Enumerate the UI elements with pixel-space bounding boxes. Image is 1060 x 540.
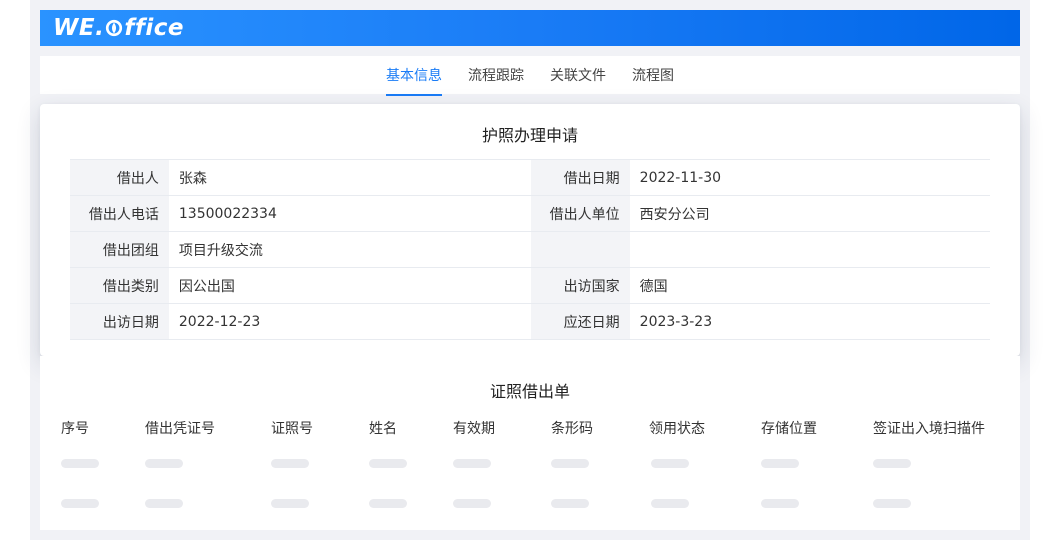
loading-placeholder xyxy=(551,459,589,468)
field-value: 项目升级交流 xyxy=(168,231,531,268)
table-row: 借出类别 因公出国 出访国家 德国 xyxy=(70,267,990,304)
field-label: 借出日期 xyxy=(530,159,630,196)
column-header-voucher-no[interactable]: 借出凭证号 xyxy=(145,418,215,438)
loading-placeholder xyxy=(873,459,911,468)
tab-process-tracking[interactable]: 流程跟踪 xyxy=(468,56,524,94)
table-row: 借出人 张森 借出日期 2022-11-30 xyxy=(70,159,990,196)
loading-placeholder xyxy=(369,459,407,468)
loading-placeholder xyxy=(145,459,183,468)
field-label: 借出人 xyxy=(70,159,169,196)
column-header-status[interactable]: 领用状态 xyxy=(649,418,705,438)
logo-text-left: WE. xyxy=(53,15,105,41)
app-header: WE. ffice xyxy=(40,10,1020,46)
field-value: 张森 xyxy=(168,159,531,196)
tab-bar: 基本信息 流程跟踪 关联文件 流程图 xyxy=(40,56,1020,96)
field-label xyxy=(530,231,630,268)
field-label: 应还日期 xyxy=(530,303,630,340)
loading-placeholder xyxy=(453,459,491,468)
loading-placeholder xyxy=(271,459,309,468)
field-label: 借出团组 xyxy=(70,231,169,268)
column-header-storage[interactable]: 存储位置 xyxy=(761,418,817,438)
loading-placeholder xyxy=(369,499,407,508)
loading-placeholder xyxy=(651,459,689,468)
field-value: 13500022334 xyxy=(168,195,531,232)
column-header-certificate-no[interactable]: 证照号 xyxy=(271,418,313,438)
application-card: 护照办理申请 借出人 张森 借出日期 2022-11-30 借出人电话 1350… xyxy=(40,104,1020,356)
loading-placeholder xyxy=(651,499,689,508)
field-label: 借出类别 xyxy=(70,267,169,304)
column-header-name[interactable]: 姓名 xyxy=(369,418,397,438)
logo-text-right: ffice xyxy=(124,15,184,41)
column-header-validity[interactable]: 有效期 xyxy=(453,418,495,438)
field-label: 出访国家 xyxy=(530,267,630,304)
column-header-index[interactable]: 序号 xyxy=(61,418,89,438)
loading-placeholder xyxy=(551,499,589,508)
loading-placeholder xyxy=(761,499,799,508)
field-value xyxy=(629,231,990,268)
app-logo[interactable]: WE. ffice xyxy=(53,14,184,42)
loading-placeholder xyxy=(453,499,491,508)
table-row: 借出人电话 13500022334 借出人单位 西安分公司 xyxy=(70,195,990,232)
table-row: 借出团组 项目升级交流 xyxy=(70,231,990,268)
field-value: 2022-11-30 xyxy=(629,159,990,196)
info-table: 借出人 张森 借出日期 2022-11-30 借出人电话 13500022334… xyxy=(70,159,990,340)
field-label: 借出人电话 xyxy=(70,195,169,232)
field-value: 德国 xyxy=(629,267,990,304)
column-header-barcode[interactable]: 条形码 xyxy=(551,418,593,438)
field-value: 2023-3-23 xyxy=(629,303,990,340)
loading-placeholder xyxy=(761,459,799,468)
table-row: 出访日期 2022-12-23 应还日期 2023-3-23 xyxy=(70,303,990,340)
leaf-o-icon xyxy=(106,19,123,37)
loading-placeholder xyxy=(61,499,99,508)
tab-related-files[interactable]: 关联文件 xyxy=(550,56,606,94)
tab-flowchart[interactable]: 流程图 xyxy=(632,56,674,94)
list-title: 证照借出单 xyxy=(489,382,570,401)
field-value: 西安分公司 xyxy=(629,195,990,232)
field-value: 2022-12-23 xyxy=(168,303,531,340)
column-header-scan[interactable]: 签证出入境扫描件 xyxy=(873,418,985,438)
field-value: 因公出国 xyxy=(168,267,531,304)
loading-placeholder xyxy=(271,499,309,508)
loading-placeholder xyxy=(145,499,183,508)
field-label: 出访日期 xyxy=(70,303,169,340)
certificate-loan-list: 证照借出单 序号 借出凭证号 证照号 姓名 有效期 条形码 领用状态 存储位置 … xyxy=(40,356,1020,530)
form-title: 护照办理申请 xyxy=(481,126,578,145)
field-label: 借出人单位 xyxy=(530,195,630,232)
tab-basic-info[interactable]: 基本信息 xyxy=(386,56,442,96)
loading-placeholder xyxy=(61,459,99,468)
loading-placeholder xyxy=(873,499,911,508)
